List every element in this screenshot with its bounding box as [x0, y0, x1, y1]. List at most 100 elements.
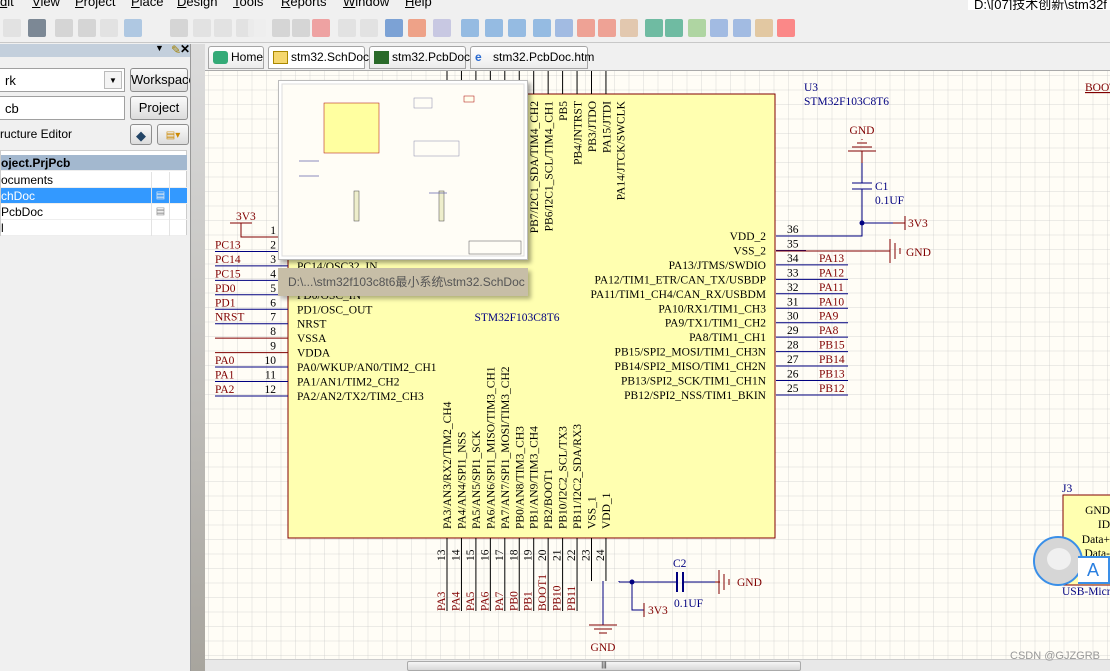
copy-icon[interactable]: [193, 19, 211, 37]
sheet-symbol-icon[interactable]: [645, 19, 663, 37]
tree-project-header[interactable]: oject.PrjPcb: [1, 155, 187, 171]
zoom-filter-icon[interactable]: [124, 19, 142, 37]
panel-splitter[interactable]: [190, 44, 205, 671]
tab-label: stm32.PcbDoc.htm: [493, 50, 595, 64]
tab-pcbdoc[interactable]: stm32.PcbDoc: [369, 46, 470, 69]
component-icon[interactable]: [433, 19, 451, 37]
j3-pin: ID: [1098, 519, 1110, 531]
tab-pcbdoc-htm[interactable]: e stm32.PcbDoc.htm: [470, 46, 594, 69]
j3-part: USB-Micro: [1062, 586, 1110, 598]
tree-item-selected[interactable]: chDoc ▤: [1, 188, 187, 204]
vcc-icon[interactable]: [598, 19, 616, 37]
project-docs-menu-icon[interactable]: ▤▾: [157, 124, 189, 145]
gnd-label: GND: [906, 247, 931, 259]
tree-item[interactable]: PcbDoc ▤: [1, 204, 187, 220]
horizontal-scrollbar[interactable]: |||: [205, 659, 1110, 671]
hierarchy-icon[interactable]: [385, 19, 403, 37]
net-label: PD0: [215, 283, 236, 295]
capacitor-c1[interactable]: GND C1 0.1UF 3V3 GND: [776, 125, 931, 263]
avatar-badge[interactable]: A: [1078, 556, 1110, 584]
close-icon[interactable]: ✕: [180, 42, 190, 56]
avatar[interactable]: [1033, 536, 1083, 586]
scrollbar-thumb[interactable]: |||: [407, 661, 801, 671]
net-icon[interactable]: [555, 19, 573, 37]
pcb-icon: [374, 51, 389, 64]
pin-number: 20: [537, 549, 549, 561]
tree-item[interactable]: l: [1, 220, 187, 236]
pin-name: VSSA: [297, 333, 327, 345]
harness-entry-icon[interactable]: [733, 19, 751, 37]
device-icon[interactable]: [28, 19, 46, 37]
document-preview-popup: [278, 80, 528, 260]
undo-icon[interactable]: [338, 19, 356, 37]
part-icon[interactable]: [620, 19, 638, 37]
menu-item[interactable]: Place: [131, 0, 164, 9]
gnd-label: GND: [850, 125, 875, 137]
project-field[interactable]: cb: [0, 96, 125, 120]
menu-item[interactable]: Help: [405, 0, 432, 9]
redo-icon[interactable]: [360, 19, 378, 37]
pin-number: 2: [270, 239, 276, 251]
workspace-button[interactable]: Workspace: [130, 68, 196, 92]
pin-number: 3: [270, 254, 276, 266]
select-cross-icon[interactable]: [292, 19, 310, 37]
print-preview-icon[interactable]: [3, 19, 21, 37]
port-icon[interactable]: [755, 19, 773, 37]
sheet-entry-icon[interactable]: [665, 19, 683, 37]
cut-icon[interactable]: [170, 19, 188, 37]
cell: [169, 188, 187, 204]
menu-item[interactable]: Design: [177, 0, 217, 9]
chevron-down-icon[interactable]: ▼: [104, 71, 122, 89]
no-erc-icon[interactable]: [777, 19, 795, 37]
cell: [169, 172, 187, 188]
net-label: PC14: [215, 254, 241, 266]
pin-number: 12: [265, 384, 277, 396]
menu-item[interactable]: Tools: [233, 0, 263, 9]
harness-connector-icon[interactable]: [710, 19, 728, 37]
menu-item[interactable]: Window: [343, 0, 389, 9]
tab-home[interactable]: Home: [208, 46, 264, 69]
net-label-icon[interactable]: [533, 19, 551, 37]
net-label: PA13: [819, 253, 844, 265]
clear-filter-icon[interactable]: [312, 19, 330, 37]
probe-icon[interactable]: [408, 19, 426, 37]
pin-name: PB13/SPI2_SCK/TIM1_CH1N: [621, 376, 767, 388]
pin-number: 36: [787, 224, 799, 236]
gnd-icon[interactable]: [577, 19, 595, 37]
capacitor-c2[interactable]: GND GND C2 0.1UF 3V3: [589, 558, 762, 654]
pin-name: PD1/OSC_OUT: [297, 304, 372, 316]
compile-icon[interactable]: ◆: [130, 124, 152, 145]
net-label: PC13: [215, 239, 241, 251]
wire-icon[interactable]: [461, 19, 479, 37]
move-icon[interactable]: [272, 19, 290, 37]
pin-name: PA14/JTCK/SWCLK: [616, 100, 628, 200]
pin-number: 1: [270, 225, 276, 237]
tree-item[interactable]: ocuments: [1, 172, 187, 188]
workspace-select[interactable]: rk ▼: [0, 68, 125, 92]
pin-number: 24: [595, 549, 607, 561]
menu-item[interactable]: Project: [75, 0, 115, 9]
select-area-icon[interactable]: [248, 19, 266, 37]
zoom-selected-icon[interactable]: [100, 19, 118, 37]
device-sheet-icon[interactable]: [688, 19, 706, 37]
pin-number: 35: [787, 238, 799, 250]
pin-number: 5: [270, 283, 276, 295]
pin-name: NRST: [297, 319, 326, 331]
pin-name: PA6/AN6/SPI1_MISO/TIM3_CH1: [485, 366, 497, 529]
paste-icon[interactable]: [214, 19, 232, 37]
document-path-box[interactable]: D:\[07]技术创新\stm32f: [968, 0, 1110, 10]
tab-schdoc[interactable]: stm32.SchDoc: [268, 46, 369, 69]
menu-item[interactable]: Reports: [281, 0, 327, 9]
zoom-area-icon[interactable]: [78, 19, 96, 37]
bus-entry-icon[interactable]: [508, 19, 526, 37]
c1-ref: C1: [875, 181, 889, 193]
menu-item[interactable]: dit: [0, 0, 14, 9]
u3-part: STM32F103C8T6: [804, 96, 889, 108]
zoom-fit-icon[interactable]: [55, 19, 73, 37]
project-button[interactable]: Project: [130, 96, 188, 120]
net-label: PB12: [819, 383, 845, 395]
panel-menu-icon[interactable]: ▼: [155, 43, 164, 53]
bus-icon[interactable]: [485, 19, 503, 37]
projects-panel-header: ▼ ✎ ✕: [0, 42, 190, 57]
menu-item[interactable]: View: [32, 0, 60, 9]
